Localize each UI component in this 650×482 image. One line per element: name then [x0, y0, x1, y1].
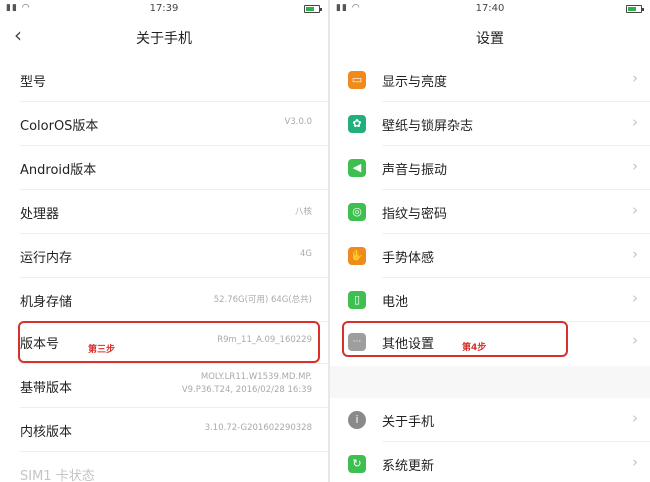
settings-item-label: 系统更新	[382, 459, 435, 474]
highlight-box-step4	[342, 321, 568, 357]
settings-item-label: 电池	[382, 295, 409, 310]
row-label: 内核版本	[20, 425, 73, 440]
info-icon: i	[348, 411, 366, 429]
row-processor[interactable]: 处理器 八核	[0, 190, 328, 234]
row-android-version[interactable]: Android版本	[0, 146, 328, 190]
row-value: MOLY.LR11.W1539.MD.MP. V9.P36.T24, 2016/0…	[181, 372, 312, 395]
chevron-right-icon: ›	[632, 69, 638, 87]
row-label: 机身存储	[20, 295, 73, 310]
chevron-right-icon: ›	[632, 409, 638, 427]
battery-status-icon	[626, 5, 644, 13]
row-label: 运行内存	[20, 251, 73, 266]
status-time: 17:40	[475, 3, 505, 14]
settings-item-label: 壁纸与锁屏杂志	[382, 119, 474, 134]
highlight-box-step3	[18, 321, 320, 363]
fingerprint-icon: ◎	[348, 203, 366, 221]
row-value: 八核	[294, 207, 312, 217]
wallpaper-icon: ✿	[348, 115, 366, 133]
header: ‹ 关于手机	[0, 18, 328, 56]
row-value: 4G	[300, 249, 312, 259]
row-label: Android版本	[20, 163, 97, 178]
row-sim1-status[interactable]: SIM1 卡状态	[0, 452, 328, 482]
chevron-right-icon: ›	[632, 453, 638, 471]
display-icon: ▭	[348, 71, 366, 89]
row-label: ColorOS版本	[20, 119, 99, 134]
chevron-right-icon: ›	[632, 113, 638, 131]
row-model[interactable]: 型号	[0, 58, 328, 102]
status-time: 17:39	[149, 3, 179, 14]
settings-item-gesture[interactable]: ✋ 手势体感 ›	[330, 234, 650, 278]
settings-item-about-phone[interactable]: i 关于手机 ›	[330, 398, 650, 442]
settings-item-label: 声音与振动	[382, 163, 448, 178]
row-label: 处理器	[20, 207, 60, 222]
settings-item-label: 指纹与密码	[382, 207, 448, 222]
chevron-right-icon: ›	[632, 289, 638, 307]
sound-icon: ◀	[348, 159, 366, 177]
settings-item-fingerprint[interactable]: ◎ 指纹与密码 ›	[330, 190, 650, 234]
settings-screen: ▮▮ ◠ 17:40 设置 ▭ 显示与亮度 › ✿ 壁纸与锁屏杂志 › ◀ 声音…	[330, 0, 650, 482]
row-storage[interactable]: 机身存储 52.76G(可用) 64G(总共)	[0, 278, 328, 322]
header: 设置	[330, 18, 650, 56]
row-ram[interactable]: 运行内存 4G	[0, 234, 328, 278]
about-phone-screen: ▮▮ ◠ 17:39 ‹ 关于手机 型号 ColorOS版本 V3.0.0 An…	[0, 0, 328, 482]
chevron-right-icon: ›	[632, 157, 638, 175]
status-bar: ▮▮ ◠ 17:40	[330, 0, 650, 18]
section-spacer	[330, 366, 650, 398]
gesture-icon: ✋	[348, 247, 366, 265]
row-value: 52.76G(可用) 64G(总共)	[213, 295, 312, 305]
settings-item-display[interactable]: ▭ 显示与亮度 ›	[330, 58, 650, 102]
settings-item-wallpaper[interactable]: ✿ 壁纸与锁屏杂志 ›	[330, 102, 650, 146]
row-coloros-version[interactable]: ColorOS版本 V3.0.0	[0, 102, 328, 146]
step-annotation: 第三步	[88, 345, 116, 355]
settings-item-battery[interactable]: ▯ 电池 ›	[330, 278, 650, 322]
settings-item-label: 手势体感	[382, 251, 435, 266]
battery-status-icon	[304, 5, 322, 13]
row-label: 基带版本	[20, 381, 73, 396]
step-annotation: 第4步	[462, 343, 487, 353]
status-bar: ▮▮ ◠ 17:39	[0, 0, 328, 18]
settings-item-label: 显示与亮度	[382, 75, 448, 90]
row-baseband-version[interactable]: 基带版本 MOLY.LR11.W1539.MD.MP. V9.P36.T24, 2…	[0, 364, 328, 408]
settings-item-sound[interactable]: ◀ 声音与振动 ›	[330, 146, 650, 190]
page-title: 设置	[476, 31, 504, 47]
page-title: 关于手机	[136, 31, 192, 47]
row-label: SIM1 卡状态	[20, 469, 95, 482]
chevron-right-icon: ›	[632, 201, 638, 219]
chevron-right-icon: ›	[632, 245, 638, 263]
row-value: V3.0.0	[284, 117, 312, 127]
row-label: 型号	[20, 75, 47, 90]
row-kernel-version[interactable]: 内核版本 3.10.72-G201602290328	[0, 408, 328, 452]
settings-item-system-update[interactable]: ↻ 系统更新 ›	[330, 442, 650, 482]
settings-item-label: 关于手机	[382, 415, 435, 430]
chevron-right-icon: ›	[632, 331, 638, 349]
battery-icon: ▯	[348, 291, 366, 309]
row-value: 3.10.72-G201602290328	[204, 423, 312, 433]
update-icon: ↻	[348, 455, 366, 473]
